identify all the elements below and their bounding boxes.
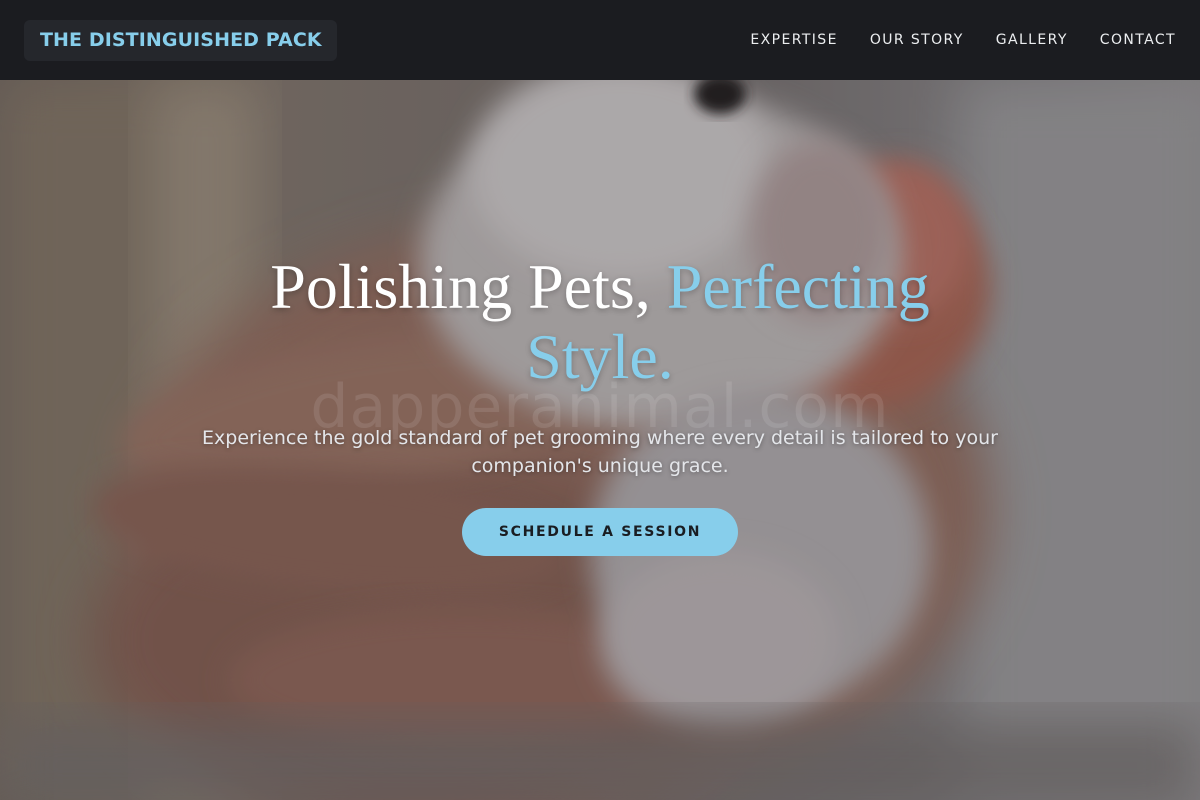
main-nav: EXPERTISE OUR STORY GALLERY CONTACT <box>750 32 1176 48</box>
hero-section: dapperanimal.com Polishing Pets, Perfect… <box>0 80 1200 800</box>
schedule-session-button[interactable]: SCHEDULE A SESSION <box>462 508 738 556</box>
hero-headline: Polishing Pets, Perfecting Style. <box>200 252 1000 392</box>
headline-text: Polishing Pets, <box>270 251 667 322</box>
nav-link-gallery[interactable]: GALLERY <box>996 32 1068 48</box>
top-navbar: THE DISTINGUISHED PACK EXPERTISE OUR STO… <box>0 0 1200 80</box>
nav-link-contact[interactable]: CONTACT <box>1100 32 1176 48</box>
nav-link-expertise[interactable]: EXPERTISE <box>750 32 837 48</box>
nav-link-our-story[interactable]: OUR STORY <box>870 32 964 48</box>
brand-logo-link[interactable]: THE DISTINGUISHED PACK <box>24 19 337 61</box>
hero-subtitle: Experience the gold standard of pet groo… <box>202 427 998 477</box>
